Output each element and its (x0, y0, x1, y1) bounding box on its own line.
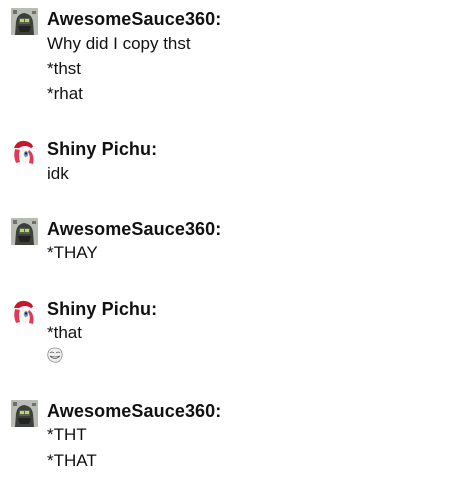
message-username[interactable]: AwesomeSauce360: (47, 400, 221, 422)
message-text: *THT (47, 425, 87, 444)
chat-log: AwesomeSauce360: Why did I copy thst *th… (0, 0, 454, 480)
message-text: *THAY (47, 243, 98, 262)
message-text: *thst (47, 59, 82, 78)
message-username[interactable]: AwesomeSauce360: (47, 218, 221, 240)
message-text: *THAT (47, 451, 97, 470)
message-text: idk (47, 164, 69, 183)
message-text: *rhat (47, 84, 83, 103)
robot-avatar-icon[interactable] (11, 400, 38, 427)
message-text: Why did I copy thst (47, 34, 191, 53)
message-username[interactable]: Shiny Pichu: (47, 298, 157, 320)
robot-avatar-icon[interactable] (11, 218, 38, 245)
pony-avatar-icon[interactable] (11, 138, 38, 165)
message-text: *that (47, 323, 82, 342)
robot-avatar-icon[interactable] (11, 8, 38, 35)
trollface-emoji-icon (47, 347, 63, 363)
pony-avatar-icon[interactable] (11, 298, 38, 325)
message-username[interactable]: Shiny Pichu: (47, 138, 157, 160)
message-username[interactable]: AwesomeSauce360: (47, 8, 221, 30)
